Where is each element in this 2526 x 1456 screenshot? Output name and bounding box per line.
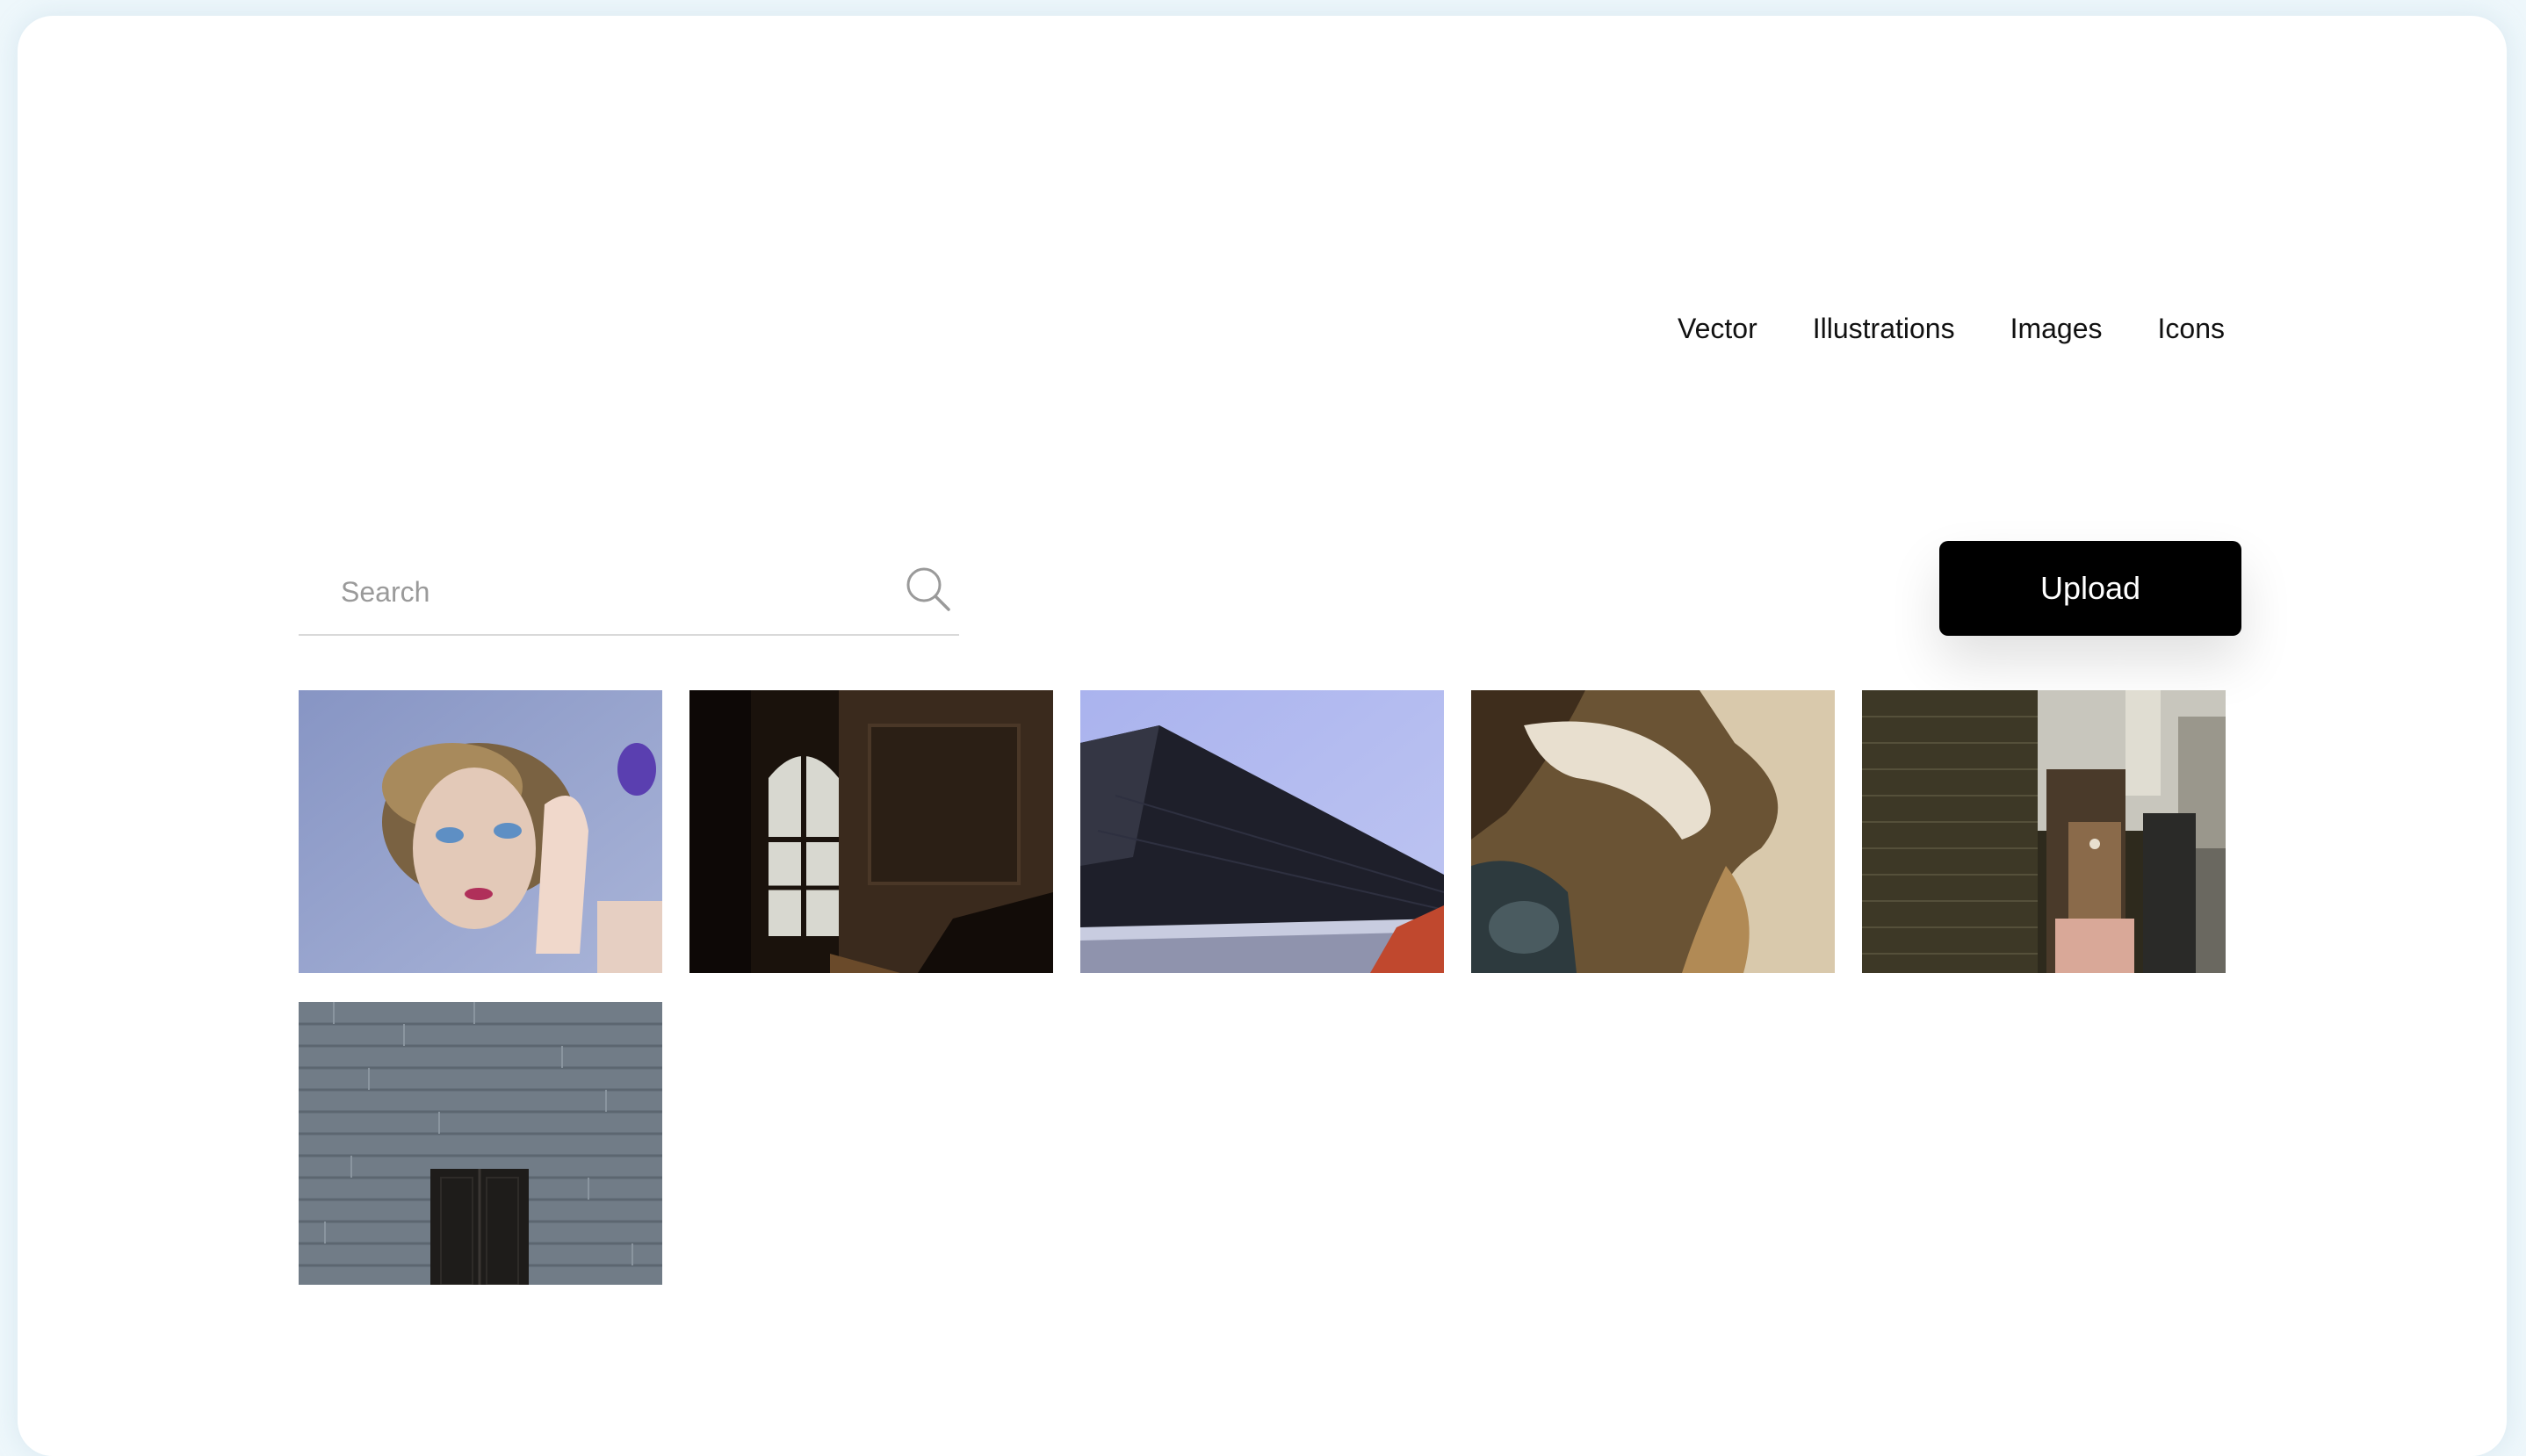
gallery-image-roof[interactable]: [1080, 690, 1444, 973]
buildings-photo: [1862, 690, 2226, 973]
top-nav: Vector Illustrations Images Icons: [1678, 314, 2225, 342]
dark-room-photo: [689, 690, 1053, 973]
gallery-image-dark-room[interactable]: [689, 690, 1053, 973]
image-gallery: [299, 690, 2243, 1285]
gallery-image-buildings[interactable]: [1862, 690, 2226, 973]
nav-link-vector[interactable]: Vector: [1678, 314, 1757, 342]
gallery-image-stone-wall[interactable]: [299, 1002, 662, 1285]
gallery-image-portrait[interactable]: [299, 690, 662, 973]
aerial-photo: [1471, 690, 1835, 973]
search-icon[interactable]: [903, 564, 952, 613]
app-window: Vector Illustrations Images Icons Upload: [18, 16, 2507, 1456]
nav-link-illustrations[interactable]: Illustrations: [1813, 314, 1955, 342]
search-input[interactable]: [341, 571, 833, 613]
roof-photo: [1080, 690, 1444, 973]
search-bar: [299, 544, 959, 636]
upload-button[interactable]: Upload: [1939, 541, 2241, 636]
portrait-photo: [299, 690, 662, 973]
nav-link-icons[interactable]: Icons: [2158, 314, 2225, 342]
gallery-image-aerial[interactable]: [1471, 690, 1835, 973]
stone-wall-photo: [299, 1002, 662, 1285]
nav-link-images[interactable]: Images: [2010, 314, 2103, 342]
